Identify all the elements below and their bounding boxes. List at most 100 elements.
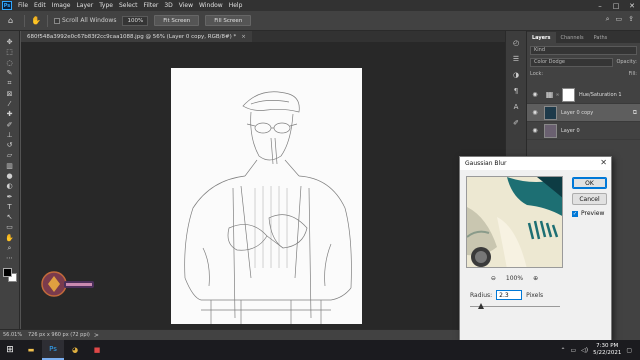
zoom-out-icon[interactable]: ⊖ [491, 275, 496, 282]
dodge-tool-icon[interactable]: ◐ [4, 181, 16, 191]
zoom-in-icon[interactable]: ⊕ [533, 275, 538, 282]
more-tools-icon[interactable]: ⋯ [4, 253, 16, 263]
windows-start-icon[interactable]: ⊞ [0, 340, 20, 360]
pen-tool-icon[interactable]: ✒ [4, 191, 16, 201]
menu-window[interactable]: Window [196, 2, 226, 9]
preview-option[interactable]: ✓ Preview [572, 210, 604, 217]
search-icon[interactable]: ⌕ [606, 15, 610, 24]
move-tool-icon[interactable]: ✥ [4, 37, 16, 47]
color-swatches[interactable] [2, 267, 17, 282]
file-explorer-icon[interactable]: ▬ [20, 340, 42, 360]
scroll-all-windows-option[interactable]: Scroll All Windows [53, 17, 116, 24]
close-tab-icon[interactable]: × [241, 34, 246, 40]
menu-file[interactable]: File [15, 2, 31, 9]
zoom-tool-icon[interactable]: ⌕ [4, 243, 16, 253]
adjustments-panel-icon[interactable]: ◑ [510, 69, 522, 81]
document-canvas[interactable] [171, 68, 362, 324]
tab-channels[interactable]: Channels [556, 32, 589, 43]
layers-panel-tabs: Layers Channels Paths [527, 31, 640, 43]
hand-tool-icon[interactable]: ✋ [4, 233, 16, 243]
shape-tool-icon[interactable]: ▭ [4, 222, 16, 232]
visibility-eye-icon[interactable]: ◉ [530, 91, 540, 98]
document-tab-title: 680f548a3992e0c67b83f2cc9caa1088.jpg @ 5… [27, 33, 237, 40]
properties-panel-icon[interactable]: ☰ [510, 53, 522, 65]
menu-image[interactable]: Image [49, 2, 74, 9]
fill-screen-button[interactable]: Fill Screen [205, 15, 252, 26]
layer-mask-thumbnail[interactable] [562, 87, 575, 102]
brush-tool-icon[interactable]: ✐ [4, 119, 16, 129]
workspace-icon[interactable]: ▭ [616, 15, 623, 24]
layer-filter-kind[interactable]: Kind [530, 45, 637, 55]
dialog-title: Gaussian Blur [460, 157, 611, 170]
home-icon[interactable]: ⌂ [8, 16, 18, 26]
type-tool-icon[interactable]: T [4, 202, 16, 212]
link-chain-icon: ∞ [555, 91, 560, 98]
tab-layers[interactable]: Layers [527, 32, 556, 43]
clone-stamp-tool-icon[interactable]: ⊥ [4, 130, 16, 140]
status-menu-arrow[interactable]: > [90, 332, 99, 339]
history-brush-tool-icon[interactable]: ↺ [4, 140, 16, 150]
menu-select[interactable]: Select [116, 2, 141, 9]
sketch-artwork [184, 91, 352, 324]
zoom-field[interactable]: 100% [122, 15, 149, 26]
preview-checkbox[interactable]: ✓ [572, 210, 578, 217]
menu-edit[interactable]: Edit [31, 2, 49, 9]
ok-button[interactable]: OK [572, 177, 607, 189]
menu-filter[interactable]: Filter [141, 2, 162, 9]
tab-paths[interactable]: Paths [589, 32, 613, 43]
layer-row-hue-saturation[interactable]: ◉ ▦ ∞ Hue/Saturation 1 [527, 86, 640, 104]
lasso-tool-icon[interactable]: ◌ [4, 58, 16, 68]
brush-panel-icon[interactable]: ✐ [510, 117, 522, 129]
cancel-button[interactable]: Cancel [572, 193, 607, 205]
blend-mode-select[interactable]: Color Dodge [530, 57, 614, 67]
eraser-tool-icon[interactable]: ▱ [4, 150, 16, 160]
close-icon[interactable]: ✕ [600, 158, 607, 167]
close-window-icon[interactable]: ✕ [624, 0, 640, 11]
radius-slider-thumb[interactable] [477, 303, 484, 309]
menu-view[interactable]: View [176, 2, 196, 9]
menu-help[interactable]: Help [226, 2, 246, 9]
layer-row-layer-0-copy[interactable]: ◉ Layer 0 copy ⧉ [527, 104, 640, 122]
blur-tool-icon[interactable]: ● [4, 171, 16, 181]
blur-preview-window[interactable] [466, 176, 563, 268]
share-icon[interactable]: ⇪ [628, 15, 634, 24]
layer-row-layer-0[interactable]: ◉ Layer 0 [527, 122, 640, 140]
healing-brush-tool-icon[interactable]: ✚ [4, 109, 16, 119]
fit-screen-button[interactable]: Fit Screen [154, 15, 200, 26]
channel-logo [41, 271, 94, 297]
maximize-icon[interactable]: □ [608, 0, 624, 11]
menu-3d[interactable]: 3D [161, 2, 175, 9]
minimize-icon[interactable]: – [592, 0, 608, 11]
paragraph-panel-icon[interactable]: ¶ [510, 85, 522, 97]
menu-type[interactable]: Type [96, 2, 116, 9]
clock-time: 7:30 PM [596, 343, 619, 349]
recorder-app-icon[interactable]: ■ [86, 340, 108, 360]
marquee-tool-icon[interactable]: ⬚ [4, 47, 16, 57]
history-panel-icon[interactable]: ◴ [510, 37, 522, 49]
photoshop-taskbar-icon[interactable]: Ps [42, 340, 64, 360]
document-tab[interactable]: 680f548a3992e0c67b83f2cc9caa1088.jpg @ 5… [21, 31, 252, 42]
eyedropper-tool-icon[interactable]: ⁄ [4, 99, 16, 109]
volume-icon[interactable]: ◁) [581, 347, 588, 354]
hand-tool-icon[interactable]: ✋ [31, 16, 41, 25]
crop-tool-icon[interactable]: ⌗ [4, 78, 16, 88]
menu-layer[interactable]: Layer [73, 2, 96, 9]
network-icon[interactable]: ▭ [570, 347, 576, 354]
radius-input[interactable]: 2.3 [496, 290, 523, 300]
quick-select-tool-icon[interactable]: ✎ [4, 68, 16, 78]
visibility-eye-icon[interactable]: ◉ [530, 109, 540, 116]
lock-label: Lock: [530, 71, 544, 77]
visibility-eye-icon[interactable]: ◉ [530, 127, 540, 134]
frame-tool-icon[interactable]: ⊠ [4, 88, 16, 98]
character-panel-icon[interactable]: A [510, 101, 522, 113]
tray-chevron-icon[interactable]: ⌃ [560, 347, 565, 354]
gradient-tool-icon[interactable]: ▥ [4, 161, 16, 171]
path-select-tool-icon[interactable]: ↖ [4, 212, 16, 222]
clock[interactable]: 7:30 PM 5/22/2021 [593, 343, 621, 357]
status-zoom[interactable]: 56.01% [0, 332, 24, 338]
chrome-icon[interactable]: ◕ [64, 340, 86, 360]
scroll-all-windows-checkbox[interactable] [53, 17, 60, 24]
smart-filter-icon[interactable]: ⧉ [633, 109, 637, 117]
notifications-icon[interactable]: ▢ [626, 347, 632, 354]
foreground-color-swatch[interactable] [2, 267, 12, 277]
